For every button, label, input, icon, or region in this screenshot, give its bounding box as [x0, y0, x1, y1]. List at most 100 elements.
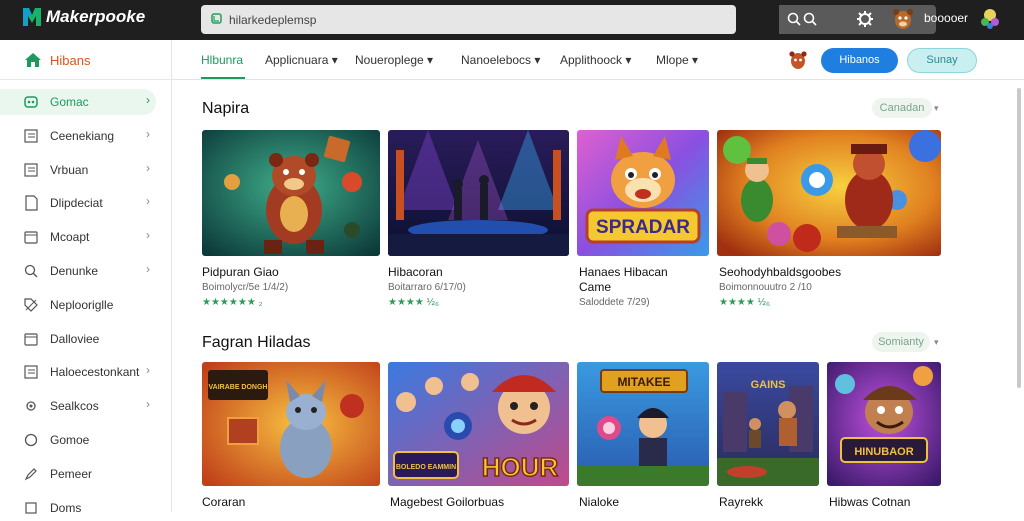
chevron-right-icon: › — [146, 194, 150, 209]
character-icon[interactable] — [980, 6, 1000, 30]
sidebar-item-vrbuan[interactable]: Vrbuan › — [0, 157, 172, 183]
tab-applithoock[interactable]: Applithoock ▾ — [560, 53, 631, 67]
game-title[interactable]: Pidpuran Giao — [202, 265, 279, 280]
search-bar — [201, 5, 936, 34]
tab-nanoelebocs[interactable]: Nanoelebocs ▾ — [461, 53, 540, 67]
sidebar-item-neplooriglle[interactable]: Neplooriglle — [0, 292, 172, 318]
sidebar-item-label: Denunke — [50, 264, 99, 278]
game-title[interactable]: Magebest Goilorbuas — [390, 495, 504, 510]
sidebar-item-label: Ceenekiang — [50, 128, 115, 143]
card-art-title: SPRADAR — [596, 217, 690, 238]
app-logo[interactable]: Makerpooke — [22, 6, 145, 28]
game-meta: Saloddete 7/29) — [579, 297, 650, 308]
sidebar-item-label: Haloecestonkant — [50, 365, 140, 380]
tab-home[interactable]: Hlbunra — [201, 53, 243, 67]
list-icon — [24, 365, 38, 379]
sidebar-item-sealkcos[interactable]: Sealkcos › — [0, 393, 172, 419]
sidebar-item-denunke[interactable]: Denunke › — [0, 258, 172, 284]
game-meta: Boimonnouutro 2 /10 — [719, 282, 812, 293]
list-icon — [24, 162, 38, 177]
game-title[interactable]: Hibwas Cotnan — [829, 495, 910, 510]
tag-icon — [24, 298, 38, 312]
card-art-badge: BOLEDO EAMMIN — [396, 464, 456, 471]
game-card-thumbnail[interactable]: GAINS — [717, 362, 819, 486]
active-tab-indicator — [201, 77, 245, 79]
game-card-thumbnail[interactable]: SPRADAR — [577, 130, 709, 256]
primary-button-label: Hibanos — [839, 54, 880, 66]
chevron-right-icon: › — [146, 262, 150, 276]
sidebar-item-gomoe[interactable]: Gomoe — [0, 427, 172, 453]
sidebar-item-label: Neplooriglle — [50, 297, 114, 312]
gear-icon[interactable] — [856, 10, 874, 28]
card-art-text: VAIRABE DONGH — [209, 384, 268, 391]
game-title[interactable]: Nialoke — [579, 495, 619, 510]
nav-bar: Hlbunra Applicnuara ▾ Noueroplege ▾ Nano… — [172, 40, 1024, 80]
sidebar-item-doms[interactable]: Doms — [0, 495, 172, 521]
game-card-thumbnail[interactable]: MITAKEE — [577, 362, 709, 486]
sidebar-item-label: Gomoe — [50, 433, 90, 447]
game-title[interactable]: Hibacoran — [388, 265, 443, 280]
chevron-right-icon: › — [146, 397, 150, 412]
square-icon — [25, 501, 37, 514]
ninja-game-art: MITAKEE — [577, 362, 709, 486]
tab-applications[interactable]: Applicnuara ▾ — [265, 53, 338, 67]
pirate-game-art: HINUBAOR — [827, 362, 941, 486]
gear-icon — [26, 401, 36, 411]
concert-game-art — [388, 130, 569, 256]
chevron-down-icon: ▾ — [934, 103, 939, 113]
avatar[interactable] — [892, 6, 914, 32]
mascot-icon[interactable] — [788, 49, 808, 71]
sidebar-item-pemeer[interactable]: Pemeer — [0, 461, 172, 487]
game-title[interactable]: Seohodyhbaldsgoobes — [719, 265, 841, 280]
chevron-right-icon: › — [146, 228, 150, 243]
home-icon — [25, 53, 41, 67]
logo-icon — [23, 8, 41, 26]
sidebar-home[interactable]: Hibans — [0, 40, 172, 80]
game-title[interactable]: Coraran — [202, 495, 245, 510]
game-title[interactable]: Rayrekk — [719, 495, 763, 510]
bear-game-art — [202, 130, 380, 256]
primary-button[interactable]: Hibanos — [821, 48, 898, 73]
game-card-thumbnail[interactable] — [388, 130, 569, 256]
secondary-button[interactable]: Sunay — [907, 48, 977, 73]
document-icon — [25, 195, 38, 211]
wolf-game-art: VAIRABE DONGH — [202, 362, 380, 486]
gamepad-icon — [24, 96, 38, 108]
rating-stars: ★★★★ ½₆ — [719, 297, 771, 308]
game-title[interactable]: Hanaes Hibacan Came — [579, 265, 699, 295]
sidebar-item-label: Sealkcos — [50, 399, 99, 414]
game-card-thumbnail[interactable] — [717, 130, 941, 256]
sidebar-item-ceenekiang[interactable]: Ceenekiang › — [0, 123, 172, 149]
sidebar-item-dlipdeciat[interactable]: Dlipdeciat › — [0, 190, 172, 216]
circle-icon — [24, 433, 38, 447]
game-meta: Boimolycr/5e 1/4/2) — [202, 282, 289, 293]
search-small-icon — [211, 13, 222, 24]
game-card-thumbnail[interactable]: HINUBAOR — [827, 362, 941, 486]
sidebar-item-label: Pemeer — [50, 466, 93, 481]
sidebar-item-label: Mcoapt — [50, 230, 90, 245]
sidebar-item-mcoapt[interactable]: Mcoapt › — [0, 224, 172, 250]
sidebar-item-haloecestonkant[interactable]: Haloecestonkant › — [0, 359, 172, 385]
section-filter-2[interactable]: Somianty — [872, 332, 930, 352]
section-filter-1[interactable]: Canadan — [872, 98, 932, 118]
game-card-thumbnail[interactable] — [202, 130, 380, 256]
game-card-thumbnail[interactable]: BOLEDO EAMMIN HOUR — [388, 362, 569, 486]
card-art-title: HOUR — [482, 452, 559, 482]
search-icon — [24, 264, 38, 278]
search-input[interactable] — [229, 9, 569, 30]
game-meta: Boitarraro 6/17/0) — [388, 282, 466, 293]
sidebar-item-dalloviee[interactable]: Dalloviee — [0, 326, 172, 352]
section-title-1: Napira — [202, 100, 250, 117]
list-icon — [24, 129, 38, 143]
section-title-2: Fagran Hiladas — [202, 334, 311, 351]
sidebar-item-gomac[interactable]: Gomac › — [0, 89, 156, 115]
scrollbar[interactable] — [1017, 88, 1021, 388]
sidebar-item-label: Doms — [50, 500, 82, 515]
adventure-game-art — [717, 130, 941, 256]
game-card-thumbnail[interactable]: VAIRABE DONGH — [202, 362, 380, 486]
tab-nouveautes[interactable]: Noueroplege ▾ — [355, 53, 433, 67]
user-name[interactable]: booooer — [924, 11, 968, 25]
card-art-title: HINUBAOR — [854, 446, 913, 458]
chevron-right-icon: › — [146, 93, 150, 107]
tab-more[interactable]: Mlope ▾ — [656, 53, 698, 67]
